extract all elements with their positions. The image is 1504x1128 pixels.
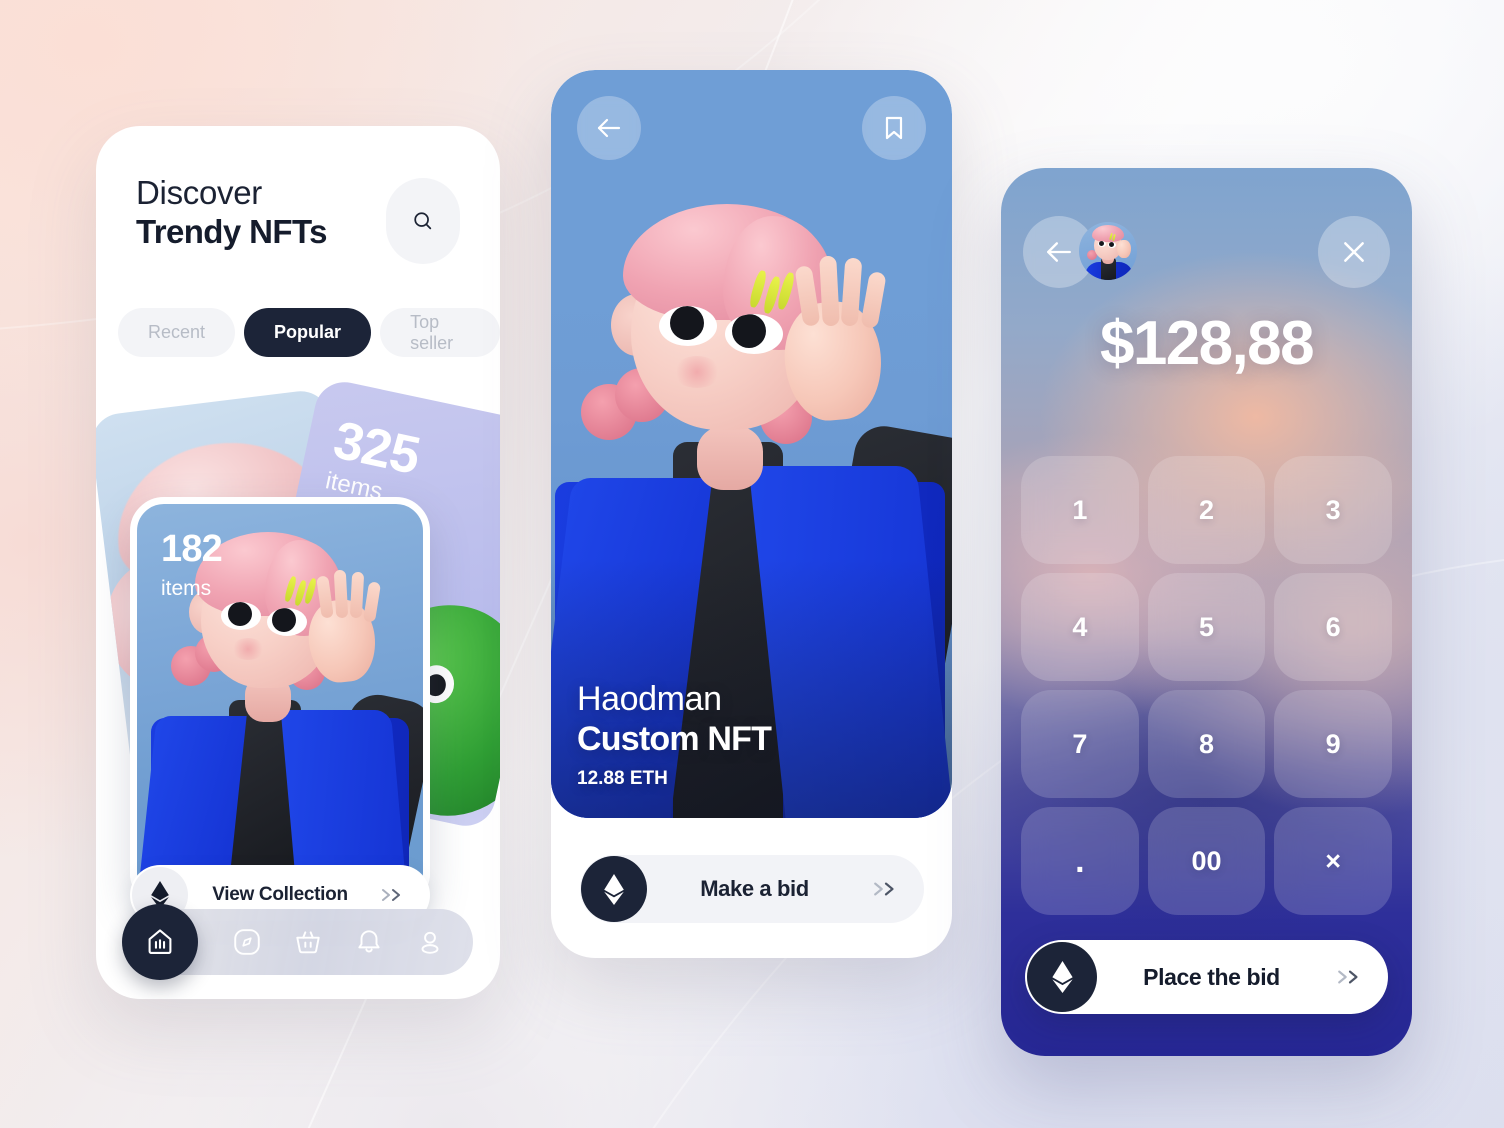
numeric-keypad: 1 2 3 4 5 6 7 8 9 . 00 × — [1021, 456, 1392, 915]
sidebar-item-explore[interactable] — [230, 925, 264, 959]
ethereum-icon — [604, 873, 624, 905]
double-chevron-right-icon — [380, 888, 406, 902]
view-collection-label: View Collection — [212, 884, 348, 905]
title-line-2: Trendy NFTs — [136, 212, 327, 250]
key-6[interactable]: 6 — [1274, 573, 1392, 681]
featured-count: 182 — [161, 528, 223, 570]
ethereum-icon — [1051, 961, 1073, 993]
close-button[interactable] — [1318, 216, 1390, 288]
key-3[interactable]: 3 — [1274, 456, 1392, 564]
key-8[interactable]: 8 — [1147, 690, 1266, 798]
tab-recent[interactable]: Recent — [118, 308, 236, 357]
make-a-bid-label: Make a bid — [700, 876, 809, 901]
collection-card-featured[interactable]: 182 items — [130, 497, 430, 907]
bottom-navigation — [122, 904, 473, 980]
place-bid-screen: $128,88 1 2 3 4 5 6 7 8 9 . 00 × Place t… — [1001, 168, 1412, 1056]
sidebar-item-profile[interactable] — [413, 925, 447, 959]
arrow-left-icon — [597, 118, 621, 138]
key-9[interactable]: 9 — [1274, 690, 1392, 798]
filter-tabs: Recent Popular Top seller — [96, 264, 500, 357]
key-4[interactable]: 4 — [1021, 573, 1139, 681]
nft-subtitle: Custom NFT — [577, 719, 772, 758]
nft-detail-screen: Haodman Custom NFT 12.88 ETH Make a bid — [551, 70, 952, 958]
double-chevron-right-icon — [872, 881, 900, 897]
key-5[interactable]: 5 — [1147, 573, 1266, 681]
home-icon — [148, 929, 172, 954]
place-the-bid-button[interactable]: Place the bid — [1025, 940, 1388, 1014]
bookmark-icon — [885, 116, 903, 140]
nft-hero-image: Haodman Custom NFT 12.88 ETH — [551, 70, 952, 818]
key-7[interactable]: 7 — [1021, 690, 1139, 798]
person-icon — [421, 931, 439, 954]
compass-icon — [234, 929, 260, 955]
sidebar-item-home[interactable] — [122, 904, 198, 980]
basket-icon — [296, 931, 320, 954]
key-double-zero[interactable]: 00 — [1147, 807, 1266, 915]
sidebar-item-cart[interactable] — [291, 925, 325, 959]
make-a-bid-button[interactable]: Make a bid — [580, 855, 924, 923]
title-line-1: Discover — [136, 174, 262, 211]
discover-header: Discover Trendy NFTs — [96, 126, 500, 264]
search-button[interactable] — [386, 178, 460, 264]
nft-info: Haodman Custom NFT 12.88 ETH — [577, 679, 772, 790]
tab-top-seller[interactable]: Top seller — [380, 308, 500, 357]
double-chevron-right-icon — [1336, 969, 1364, 985]
place-the-bid-label: Place the bid — [1143, 963, 1280, 990]
bell-icon — [358, 930, 380, 953]
nft-price: 12.88 ETH — [577, 768, 668, 789]
page-title: Discover Trendy NFTs — [136, 174, 327, 252]
discover-screen: Discover Trendy NFTs Recent Popular Top … — [96, 126, 500, 999]
close-icon — [1344, 242, 1364, 262]
featured-unit: items — [161, 577, 212, 600]
bookmark-button[interactable] — [862, 96, 926, 160]
featured-count-group: 182 items — [161, 528, 223, 601]
nft-name: Haodman — [577, 679, 722, 718]
key-1[interactable]: 1 — [1021, 456, 1139, 564]
bid-amount-display: $128,88 — [1100, 309, 1315, 378]
tab-popular[interactable]: Popular — [244, 308, 372, 357]
avatar-character-illustration — [1079, 222, 1137, 280]
key-decimal[interactable]: . — [1021, 807, 1139, 915]
avatar[interactable] — [1079, 222, 1137, 280]
search-icon — [414, 212, 432, 230]
back-button[interactable] — [577, 96, 641, 160]
key-2[interactable]: 2 — [1147, 456, 1266, 564]
key-delete[interactable]: × — [1274, 807, 1392, 915]
arrow-left-icon — [1047, 242, 1071, 262]
sidebar-item-notifications[interactable] — [352, 925, 386, 959]
